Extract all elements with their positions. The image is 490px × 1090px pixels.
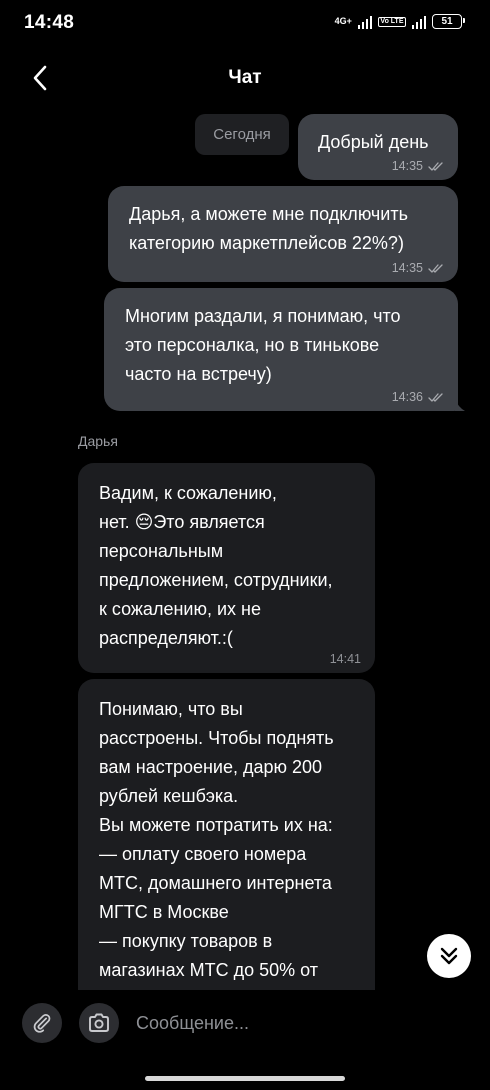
scroll-down-button[interactable]: [427, 934, 471, 978]
home-indicator[interactable]: [145, 1076, 345, 1081]
message-composer: [0, 990, 490, 1060]
incoming-message[interactable]: Вадим, к сожалению, нет. 😔Это является п…: [78, 463, 375, 673]
sender-name: Дарья: [78, 433, 118, 449]
status-icons: 4G+ Vo LTE 51: [334, 14, 465, 29]
message-time: 14:35: [391, 261, 423, 275]
outgoing-message[interactable]: Многим раздали, я понимаю, что это персо…: [104, 288, 465, 411]
double-check-icon: [428, 161, 443, 171]
status-bar: 14:48 4G+ Vo LTE 51: [0, 0, 490, 46]
message-text: Добрый день: [318, 132, 429, 152]
message-meta: 14:36: [392, 390, 444, 404]
message-time: 14:35: [391, 159, 423, 173]
double-chevron-down-icon: [440, 947, 458, 965]
camera-icon: [89, 1013, 109, 1032]
volte-badge: Vo LTE: [378, 16, 406, 27]
date-separator: Сегодня: [195, 114, 289, 155]
bubble-tail: [455, 399, 465, 411]
message-text: Многим раздали, я понимаю, что это персо…: [125, 306, 401, 384]
message-meta: 14:41: [330, 652, 361, 666]
message-time: 14:41: [329, 652, 361, 666]
battery-level: 51: [441, 16, 453, 27]
message-text: Дарья, а можете мне подключить категорию…: [129, 204, 408, 253]
camera-button[interactable]: [79, 1003, 119, 1043]
outgoing-message[interactable]: Дарья, а можете мне подключить категорию…: [108, 186, 458, 282]
chat-header: Чат: [0, 50, 490, 106]
double-check-icon: [428, 392, 443, 402]
message-input[interactable]: [126, 1003, 486, 1043]
message-meta: 14:35: [392, 159, 444, 173]
message-meta: 14:35: [392, 261, 444, 275]
status-time: 14:48: [24, 12, 75, 33]
signal-icon: [357, 15, 373, 29]
network-type-label: 4G+: [334, 16, 352, 26]
double-check-icon: [428, 263, 443, 273]
page-title: Чат: [228, 67, 262, 88]
message-text: Вадим, к сожалению, нет. 😔Это является п…: [99, 483, 333, 648]
message-time: 14:36: [391, 390, 423, 404]
paperclip-icon: [33, 1014, 51, 1033]
outgoing-message[interactable]: Добрый день 14:35: [298, 114, 458, 180]
message-text: Понимаю, что вы расстроены. Чтобы поднят…: [99, 699, 334, 990]
incoming-message[interactable]: Понимаю, что вы расстроены. Чтобы поднят…: [78, 679, 375, 990]
attach-button[interactable]: [22, 1003, 62, 1043]
battery-icon: 51: [432, 14, 465, 29]
chat-messages[interactable]: Сегодня Добрый день 14:35 Дарья, а может…: [0, 106, 490, 990]
signal-icon-2: [411, 15, 426, 29]
